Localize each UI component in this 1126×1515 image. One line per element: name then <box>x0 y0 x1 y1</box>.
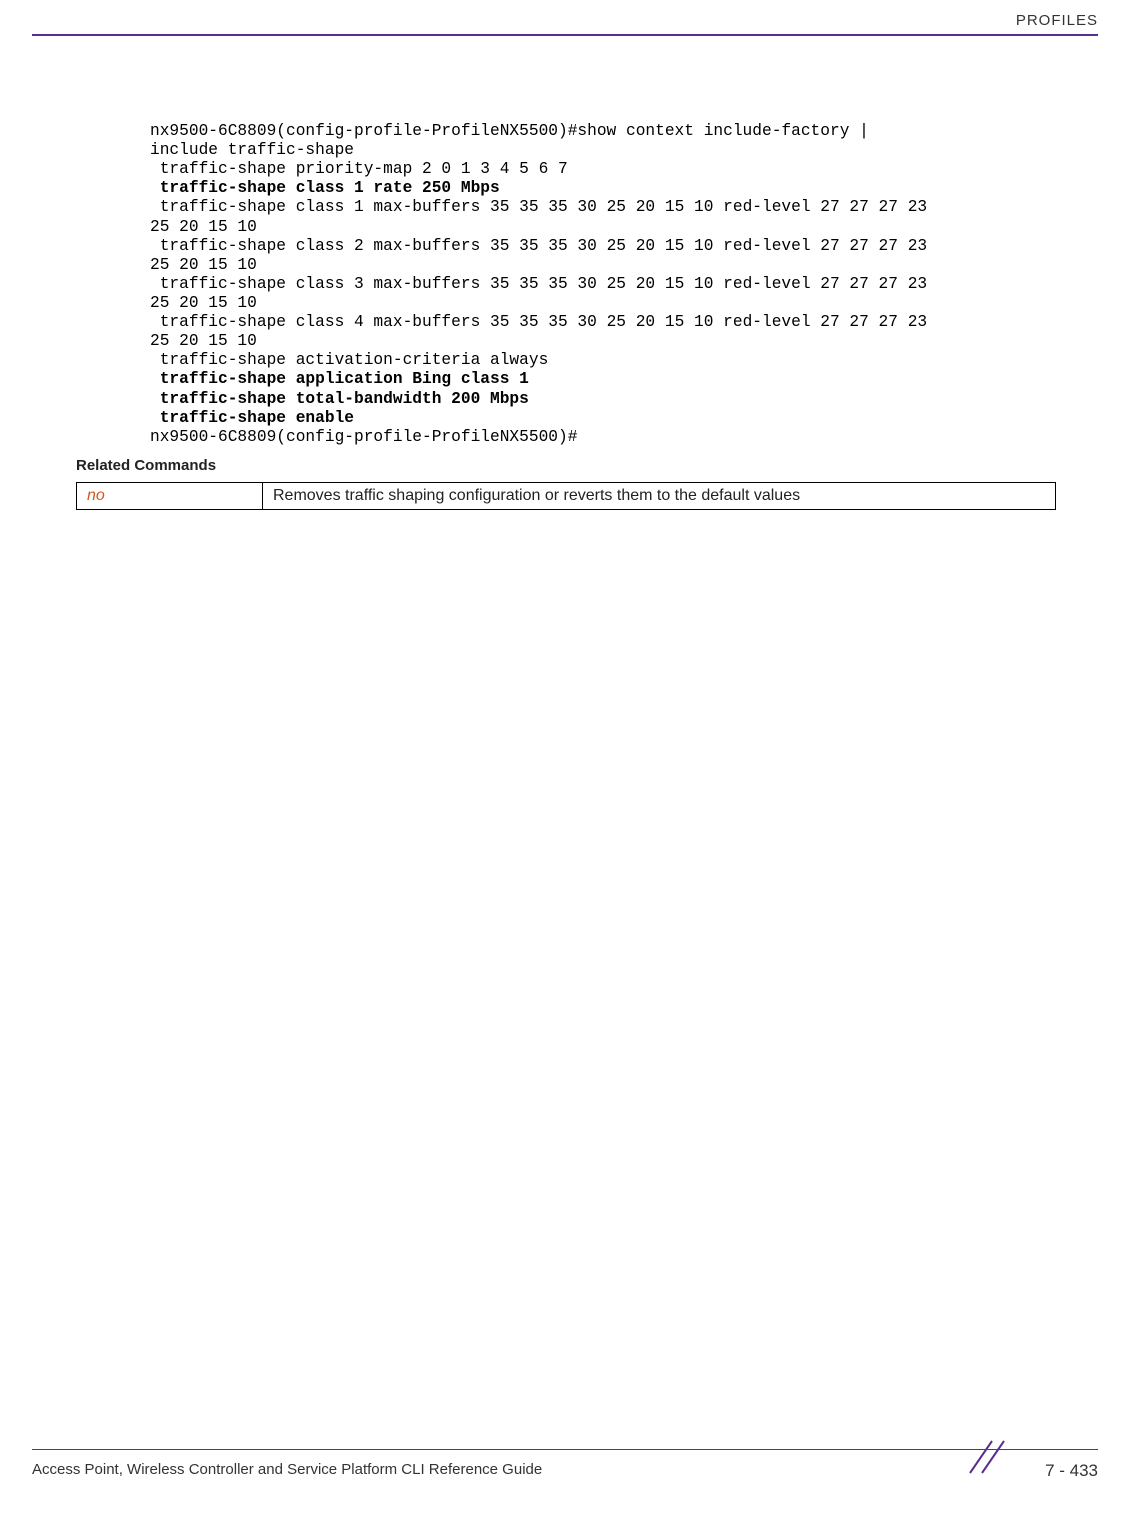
code-line: 25 20 15 10 <box>150 218 257 236</box>
footer-rule <box>32 1449 1098 1450</box>
code-line: traffic-shape priority-map 2 0 1 3 4 5 6… <box>150 160 568 178</box>
code-line: nx9500-6C8809(config-profile-ProfileNX55… <box>150 122 879 140</box>
code-line: traffic-shape class 4 max-buffers 35 35 … <box>150 313 937 331</box>
code-line: traffic-shape class 1 max-buffers 35 35 … <box>150 198 937 216</box>
related-commands-table: no Removes traffic shaping configuration… <box>76 482 1056 510</box>
page-header-section: PROFILES <box>1016 12 1098 29</box>
code-line-bold: traffic-shape application Bing class 1 <box>150 370 529 388</box>
page-footer: Access Point, Wireless Controller and Se… <box>32 1449 1098 1489</box>
code-line: 25 20 15 10 <box>150 332 257 350</box>
table-row: no Removes traffic shaping configuration… <box>77 482 1056 509</box>
content-area: nx9500-6C8809(config-profile-ProfileNX55… <box>150 122 1066 510</box>
code-line: traffic-shape activation-criteria always <box>150 351 548 369</box>
footer-page-number: 7 - 433 <box>1045 1461 1098 1481</box>
code-line-bold: traffic-shape total-bandwidth 200 Mbps <box>150 390 529 408</box>
code-line-bold: traffic-shape class 1 rate 250 Mbps <box>150 179 500 197</box>
code-line: 25 20 15 10 <box>150 294 257 312</box>
code-line: traffic-shape class 2 max-buffers 35 35 … <box>150 237 937 255</box>
code-line: traffic-shape class 3 max-buffers 35 35 … <box>150 275 937 293</box>
code-line: include traffic-shape <box>150 141 354 159</box>
header-rule <box>32 34 1098 36</box>
code-line-bold: traffic-shape enable <box>150 409 354 427</box>
footer-guide-title: Access Point, Wireless Controller and Se… <box>32 1461 542 1478</box>
code-block: nx9500-6C8809(config-profile-ProfileNX55… <box>150 122 1066 447</box>
code-line: 25 20 15 10 <box>150 256 257 274</box>
command-desc-cell: Removes traffic shaping configuration or… <box>263 482 1056 509</box>
brand-logo-icon <box>966 1437 1006 1477</box>
code-line: nx9500-6C8809(config-profile-ProfileNX55… <box>150 428 577 446</box>
command-name-cell: no <box>77 482 263 509</box>
related-commands-heading: Related Commands <box>76 457 1066 474</box>
